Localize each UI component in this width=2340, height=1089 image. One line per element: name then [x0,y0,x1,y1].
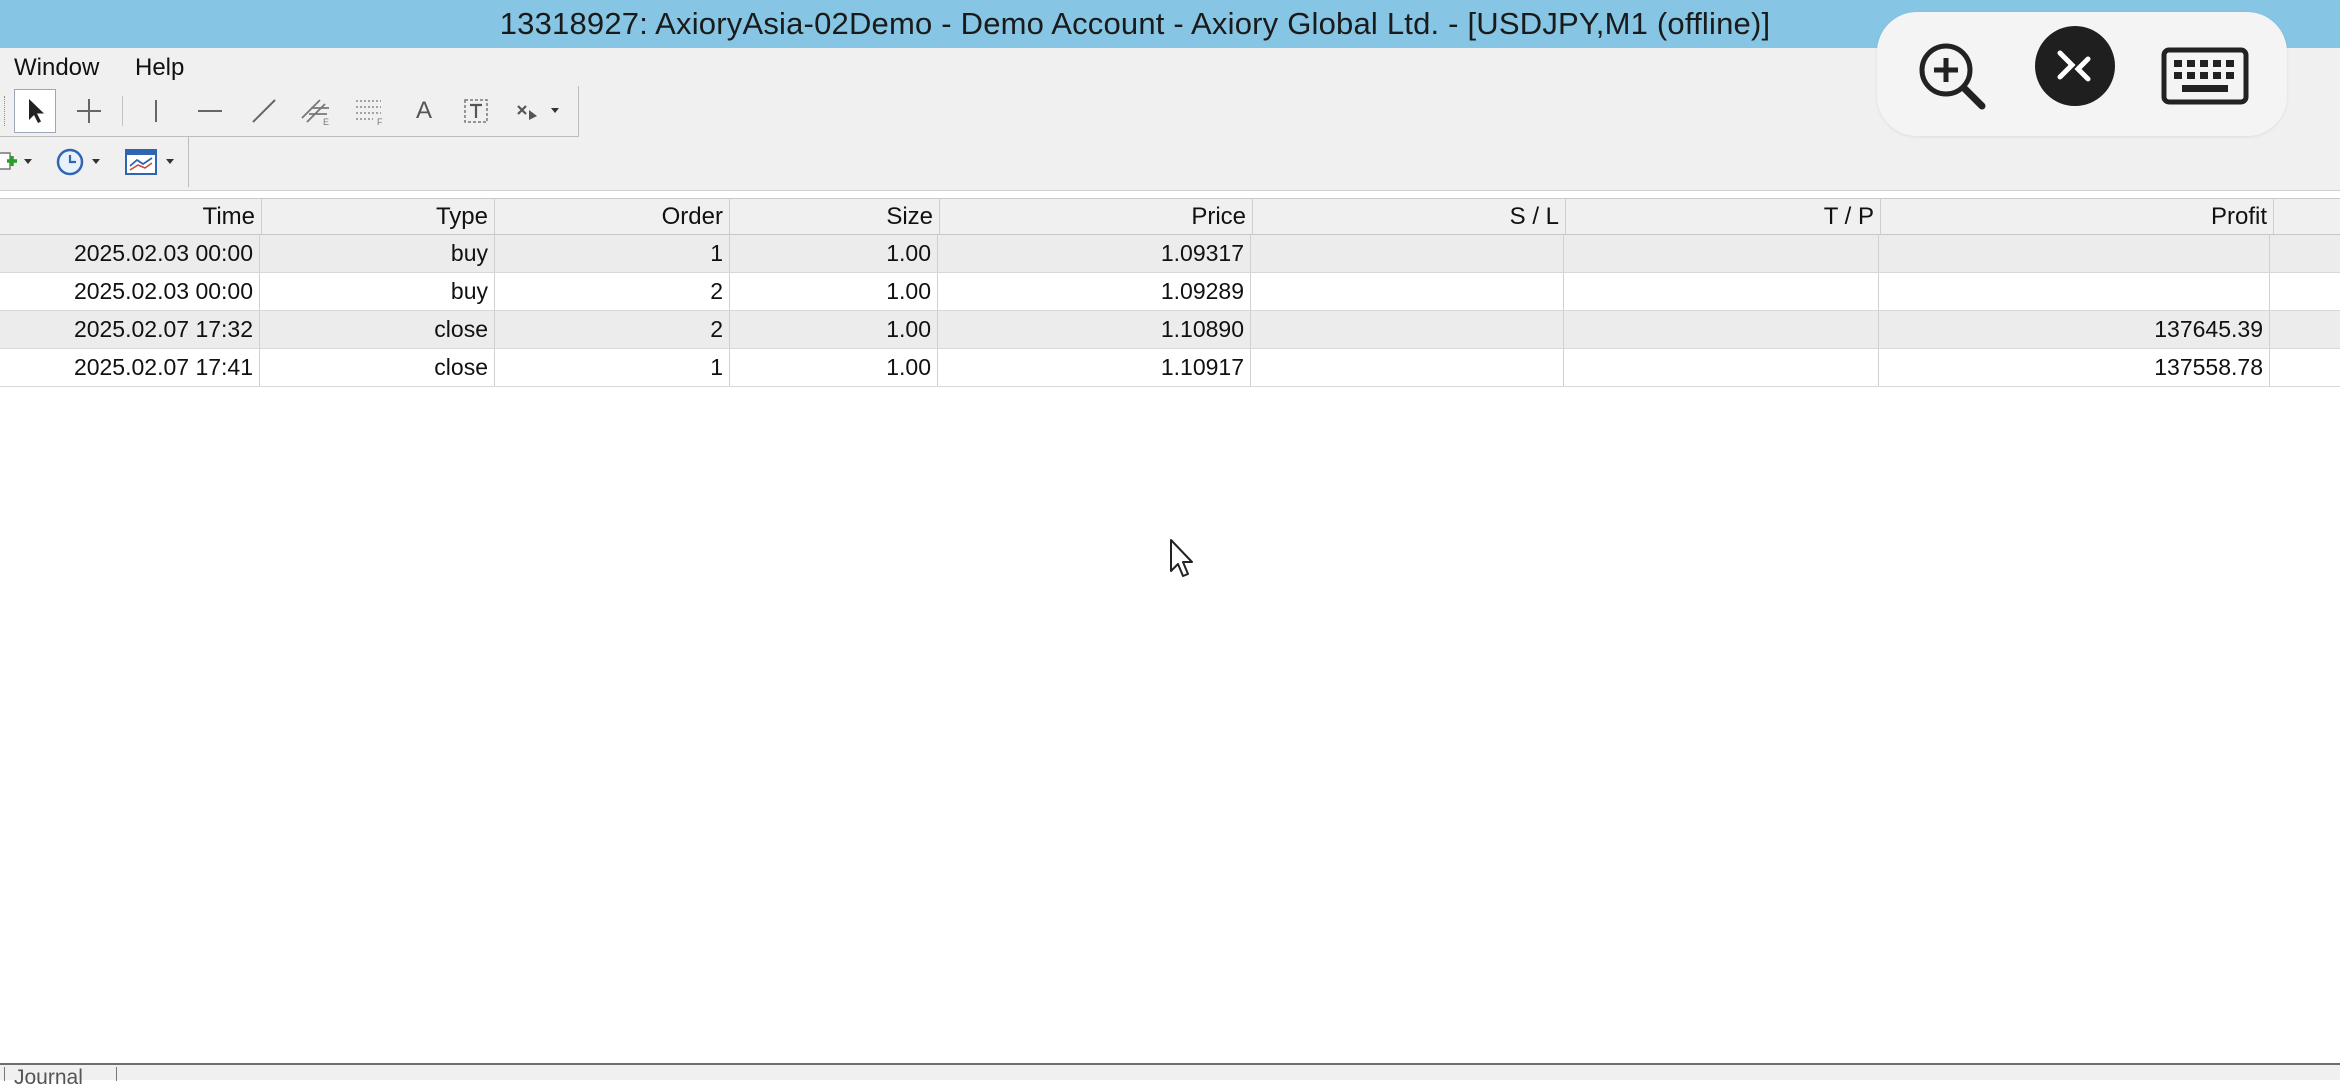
cell-profit: 137558.78 [1879,349,2270,386]
cell-time: 2025.02.07 17:32 [0,311,260,348]
cell-profit: 137645.39 [1879,311,2270,348]
cell-tp [1564,349,1879,386]
cell-sl [1251,349,1564,386]
cell-profit [1879,273,2270,310]
mouse-pointer-icon [1168,538,1196,585]
arrows-dropdown-icon[interactable] [510,89,566,133]
cell-order: 2 [495,273,730,310]
cell-time: 2025.02.07 17:41 [0,349,260,386]
cell-size: 1.00 [730,349,938,386]
cell-price: 1.09289 [938,273,1251,310]
table-row[interactable]: 2025.02.03 00:00 buy 1 1.00 1.09317 [0,235,2340,273]
column-header-size[interactable]: Size [730,199,940,234]
cell-price: 1.10890 [938,311,1251,348]
cell-size: 1.00 [730,273,938,310]
cell-time: 2025.02.03 00:00 [0,273,260,310]
cell-size: 1.00 [730,235,938,272]
cell-type: close [260,349,495,386]
table-header: Time Type Order Size Price S / L T / P P… [0,198,2340,235]
remote-connect-icon[interactable] [2035,26,2115,106]
horizontal-line-icon[interactable] [190,89,230,133]
text-label-icon[interactable] [456,89,496,133]
table-row[interactable]: 2025.02.07 17:41 close 1 1.00 1.10917 13… [0,349,2340,387]
cell-size: 1.00 [730,311,938,348]
tab-separator [4,1067,5,1081]
zoom-in-icon[interactable] [1912,36,1992,116]
column-header-sl[interactable]: S / L [1253,199,1566,234]
remote-control-overlay [1877,12,2287,136]
cell-profit [1879,235,2270,272]
trend-line-icon[interactable] [244,89,284,133]
column-header-tp[interactable]: T / P [1566,199,1881,234]
terminal-tab-bar: Journal [0,1065,2340,1088]
tab-separator [116,1067,117,1081]
templates-dropdown-icon[interactable] [120,140,182,184]
cell-sl [1251,235,1564,272]
crosshair-icon[interactable] [68,89,110,133]
line-studies-toolbar: E F A [0,86,579,137]
cell-price: 1.10917 [938,349,1251,386]
tab-journal[interactable]: Journal [14,1067,83,1088]
menu-help[interactable]: Help [135,48,184,86]
column-header-type[interactable]: Type [262,199,495,234]
cell-sl [1251,311,1564,348]
cell-order: 1 [495,235,730,272]
cell-sl [1251,273,1564,310]
vertical-line-icon[interactable] [136,89,176,133]
cell-tp [1564,273,1879,310]
keyboard-icon[interactable] [2157,36,2253,116]
cursor-arrow-icon[interactable] [14,89,56,133]
cell-time: 2025.02.03 00:00 [0,235,260,272]
periods-dropdown-icon[interactable] [52,140,108,184]
toolbar-grip[interactable] [4,96,8,126]
column-header-profit[interactable]: Profit [1881,199,2274,234]
new-chart-dropdown-icon[interactable] [0,140,40,184]
trade-history-table: Time Type Order Size Price S / L T / P P… [0,198,2340,387]
fibonacci-retracement-icon[interactable]: F [350,89,390,133]
svg-text:E: E [323,117,329,126]
cell-order: 1 [495,349,730,386]
menu-window[interactable]: Window [14,48,99,86]
text-icon[interactable]: A [404,89,444,133]
column-header-price[interactable]: Price [940,199,1253,234]
toolbar-separator [122,96,123,126]
column-header-time[interactable]: Time [0,199,262,234]
cell-price: 1.09317 [938,235,1251,272]
cell-type: close [260,311,495,348]
cell-order: 2 [495,311,730,348]
svg-text:F: F [377,117,383,126]
cell-type: buy [260,273,495,310]
cell-tp [1564,235,1879,272]
column-header-order[interactable]: Order [495,199,730,234]
equidistant-channel-icon[interactable]: E [296,89,336,133]
cell-type: buy [260,235,495,272]
cell-tp [1564,311,1879,348]
charts-toolbar [0,137,189,187]
table-row[interactable]: 2025.02.07 17:32 close 2 1.00 1.10890 13… [0,311,2340,349]
table-row[interactable]: 2025.02.03 00:00 buy 2 1.00 1.09289 [0,273,2340,311]
